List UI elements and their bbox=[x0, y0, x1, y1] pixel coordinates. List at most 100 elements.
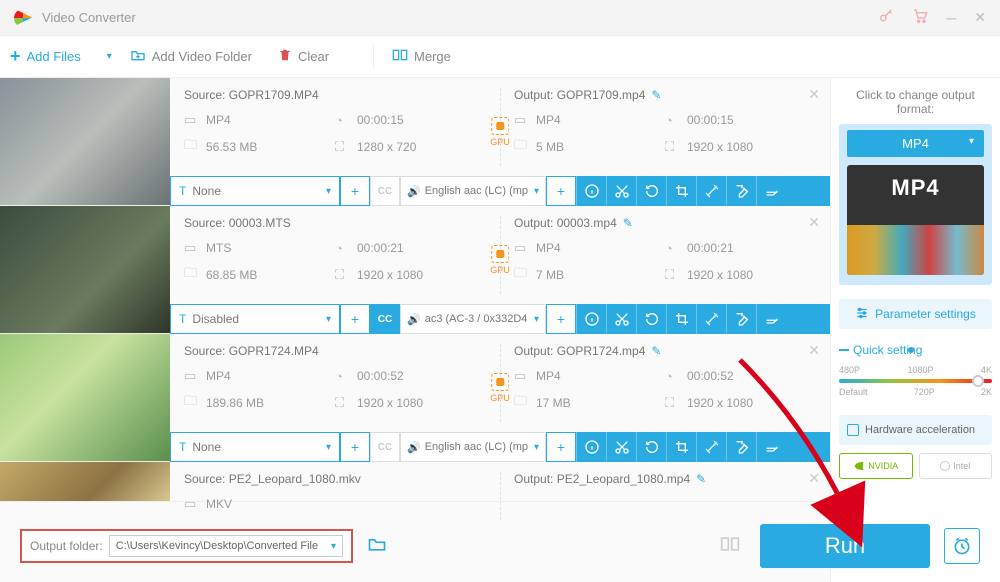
edit-output-icon[interactable]: ✎ bbox=[623, 216, 633, 230]
video-thumbnail[interactable] bbox=[0, 206, 170, 333]
subtitle-dropdown[interactable]: TNone▾ bbox=[170, 432, 340, 462]
cc-button[interactable]: CC bbox=[370, 304, 400, 334]
cut-icon[interactable] bbox=[606, 432, 636, 462]
close-button[interactable]: ✕ bbox=[974, 9, 986, 26]
format-dropdown[interactable]: MP4 bbox=[847, 130, 984, 157]
add-folder-button[interactable]: Add Video Folder bbox=[130, 48, 252, 65]
output-info: Output: PE2_Leopard_1080.mp4✎ bbox=[500, 462, 830, 530]
remove-file-button[interactable]: ✕ bbox=[808, 86, 820, 103]
cc-button[interactable]: CC bbox=[370, 432, 400, 462]
source-info: Source: GOPR1724.MP4 ▭MP4 ◔00:00:52 🗀189… bbox=[170, 334, 500, 432]
effects-icon[interactable] bbox=[696, 304, 726, 334]
video-thumbnail[interactable] bbox=[0, 334, 170, 461]
run-button[interactable]: Run bbox=[760, 524, 930, 568]
cut-icon[interactable] bbox=[606, 176, 636, 206]
hardware-accel-button[interactable]: Hardware acceleration bbox=[839, 415, 992, 445]
chip-icon bbox=[847, 424, 859, 436]
file-row: GPU ✕ Source: GOPR1709.MP4 ▭MP4 ◔00:00:1… bbox=[0, 78, 830, 206]
edit-bar: TNone▾ + CC 🔊English aac (LC) (mp▾ + bbox=[170, 176, 830, 206]
remove-file-button[interactable]: ✕ bbox=[808, 214, 820, 231]
output-folder-box: Output folder: C:\Users\Kevincy\Desktop\… bbox=[20, 529, 353, 563]
file-row: ✕ Source: PE2_Leopard_1080.mkv▭MKV Outpu… bbox=[0, 462, 830, 502]
audio-dropdown[interactable]: 🔊ac3 (AC-3 / 0x332D4▾ bbox=[400, 304, 546, 334]
minimize-button[interactable]: ─ bbox=[946, 10, 956, 26]
format-header: Click to change output format: bbox=[839, 88, 992, 116]
subtitle-edit-icon[interactable] bbox=[756, 176, 786, 206]
nvidia-button[interactable]: NVIDIA bbox=[839, 453, 913, 479]
add-subtitle-button[interactable]: + bbox=[340, 432, 370, 462]
parameter-settings-button[interactable]: Parameter settings bbox=[839, 299, 992, 329]
effects-icon[interactable] bbox=[696, 432, 726, 462]
format-selector[interactable]: MP4 MP4 bbox=[839, 124, 992, 285]
schedule-button[interactable] bbox=[944, 528, 980, 564]
effects-icon[interactable] bbox=[696, 176, 726, 206]
merge-icon bbox=[392, 48, 408, 65]
crop-icon[interactable] bbox=[666, 432, 696, 462]
clear-button[interactable]: Clear bbox=[278, 48, 329, 65]
subtitle-dropdown[interactable]: TNone▾ bbox=[170, 176, 340, 206]
side-panel: Click to change output format: MP4 MP4 P… bbox=[830, 78, 1000, 582]
app-title: Video Converter bbox=[42, 10, 136, 25]
rotate-icon[interactable] bbox=[636, 432, 666, 462]
add-subtitle-button[interactable]: + bbox=[340, 176, 370, 206]
gpu-badge: GPU bbox=[490, 117, 510, 147]
file-row: GPU ✕ Source: 00003.MTS ▭MTS ◔00:00:21 🗀… bbox=[0, 206, 830, 334]
edit-output-icon[interactable]: ✎ bbox=[651, 344, 661, 358]
merge-toggle-icon[interactable] bbox=[720, 535, 740, 558]
app-logo-icon bbox=[14, 9, 32, 27]
rotate-icon[interactable] bbox=[636, 304, 666, 334]
output-info: Output: GOPR1709.mp4✎ ▭MP4 ◔00:00:15 🗀5 … bbox=[500, 78, 830, 176]
quick-setting-label: Quick setting bbox=[839, 343, 992, 357]
title-bar: Video Converter ─ ✕ bbox=[0, 0, 1000, 36]
add-subtitle-button[interactable]: + bbox=[340, 304, 370, 334]
file-list: GPU ✕ Source: GOPR1709.MP4 ▭MP4 ◔00:00:1… bbox=[0, 78, 830, 582]
source-info: Source: 00003.MTS ▭MTS ◔00:00:21 🗀68.85 … bbox=[170, 206, 500, 304]
merge-button[interactable]: Merge bbox=[392, 48, 451, 65]
output-info: Output: GOPR1724.mp4✎ ▭MP4 ◔00:00:52 🗀17… bbox=[500, 334, 830, 432]
open-folder-button[interactable] bbox=[367, 535, 387, 558]
rotate-icon[interactable] bbox=[636, 176, 666, 206]
subtitle-edit-icon[interactable] bbox=[756, 432, 786, 462]
key-icon[interactable] bbox=[878, 8, 894, 27]
output-folder-input[interactable]: C:\Users\Kevincy\Desktop\Converted File … bbox=[109, 535, 343, 557]
add-files-dropdown[interactable]: ▾ bbox=[107, 51, 112, 62]
add-audio-button[interactable]: + bbox=[546, 432, 576, 462]
watermark-icon[interactable] bbox=[726, 432, 756, 462]
crop-icon[interactable] bbox=[666, 304, 696, 334]
video-thumbnail[interactable] bbox=[0, 462, 170, 501]
quality-slider[interactable]: 480P 1080P 4K Default 720P 2K bbox=[839, 365, 992, 405]
remove-file-button[interactable]: ✕ bbox=[808, 470, 820, 487]
remove-file-button[interactable]: ✕ bbox=[808, 342, 820, 359]
output-info: Output: 00003.mp4✎ ▭MP4 ◔00:00:21 🗀7 MB … bbox=[500, 206, 830, 304]
audio-dropdown[interactable]: 🔊English aac (LC) (mp▾ bbox=[400, 432, 546, 462]
format-preview-icon: MP4 bbox=[847, 165, 984, 275]
edit-output-icon[interactable]: ✎ bbox=[651, 88, 661, 102]
subtitle-edit-icon[interactable] bbox=[756, 304, 786, 334]
info-icon[interactable] bbox=[576, 304, 606, 334]
add-audio-button[interactable]: + bbox=[546, 176, 576, 206]
info-icon[interactable] bbox=[576, 176, 606, 206]
add-files-button[interactable]: + Add Files bbox=[10, 46, 81, 67]
edit-output-icon[interactable]: ✎ bbox=[696, 472, 706, 486]
folder-plus-icon bbox=[130, 48, 146, 65]
edit-bar: TNone▾ + CC 🔊English aac (LC) (mp▾ + bbox=[170, 432, 830, 462]
watermark-icon[interactable] bbox=[726, 176, 756, 206]
sliders-icon bbox=[855, 306, 869, 323]
trash-icon bbox=[278, 48, 292, 65]
source-info: Source: PE2_Leopard_1080.mkv▭MKV bbox=[170, 462, 500, 530]
chevron-down-icon[interactable]: ▾ bbox=[331, 541, 336, 552]
gpu-badge: GPU bbox=[490, 373, 510, 403]
bottom-bar: Output folder: C:\Users\Kevincy\Desktop\… bbox=[20, 524, 980, 568]
watermark-icon[interactable] bbox=[726, 304, 756, 334]
cart-icon[interactable] bbox=[912, 8, 928, 27]
cut-icon[interactable] bbox=[606, 304, 636, 334]
crop-icon[interactable] bbox=[666, 176, 696, 206]
subtitle-dropdown[interactable]: TDisabled▾ bbox=[170, 304, 340, 334]
info-icon[interactable] bbox=[576, 432, 606, 462]
intel-button[interactable]: Intel bbox=[919, 453, 993, 479]
video-thumbnail[interactable] bbox=[0, 78, 170, 205]
add-audio-button[interactable]: + bbox=[546, 304, 576, 334]
slider-thumb[interactable] bbox=[972, 375, 984, 387]
cc-button[interactable]: CC bbox=[370, 176, 400, 206]
audio-dropdown[interactable]: 🔊English aac (LC) (mp▾ bbox=[400, 176, 546, 206]
